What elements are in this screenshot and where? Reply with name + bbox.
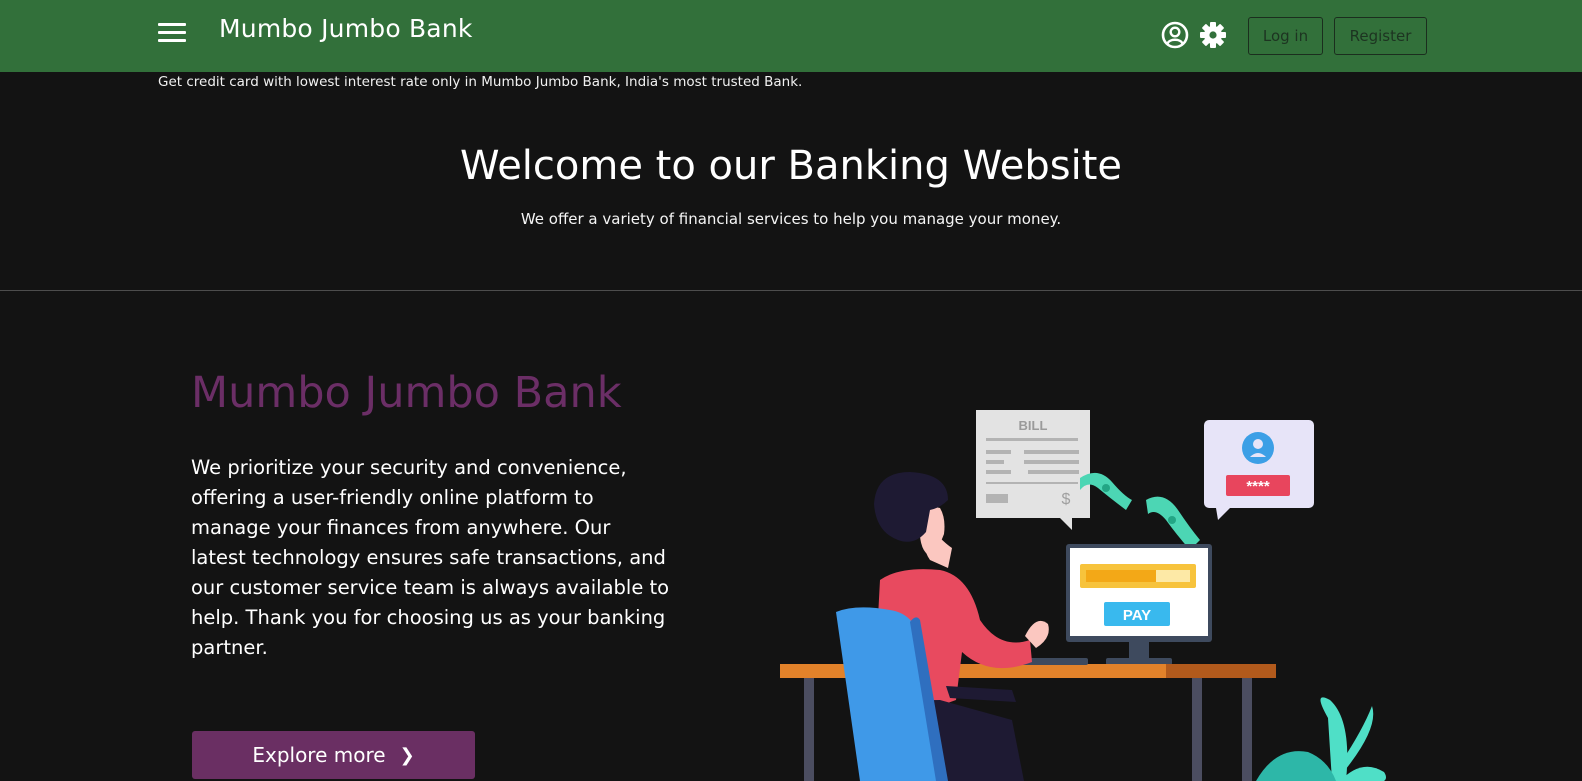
pay-label: PAY — [1123, 607, 1151, 624]
register-button[interactable]: Register — [1334, 17, 1427, 55]
hero-description: We prioritize your security and convenie… — [191, 456, 670, 659]
monitor: PAY — [1066, 544, 1212, 665]
bill-card: BILL $ — [976, 410, 1090, 530]
brand-title[interactable]: Mumbo Jumbo Bank — [219, 14, 473, 43]
section-divider — [0, 290, 1582, 291]
hero-title: Mumbo Jumbo Bank — [191, 368, 622, 418]
chevron-right-icon: ❯ — [399, 744, 415, 766]
gear-icon[interactable] — [1198, 20, 1228, 50]
plant — [1256, 697, 1386, 781]
welcome-heading: Welcome to our Banking Website — [459, 143, 1123, 189]
hamburger-menu-icon[interactable] — [158, 21, 188, 45]
explore-more-button[interactable]: Explore more ❯ — [192, 731, 475, 779]
password-mask: **** — [1246, 478, 1270, 495]
login-button[interactable]: Log in — [1248, 17, 1323, 55]
promo-banner-text: Get credit card with lowest interest rat… — [158, 74, 803, 90]
welcome-subtitle: We offer a variety of financial services… — [520, 210, 1062, 228]
login-card: **** — [1204, 420, 1314, 520]
bill-label: BILL — [1019, 418, 1048, 433]
user-circle-icon[interactable] — [1160, 20, 1190, 50]
bill-currency: $ — [1062, 491, 1071, 508]
online-payment-illustration: BILL $ **** PAY — [780, 410, 1386, 781]
explore-more-label: Explore more — [252, 743, 386, 767]
top-navbar: Mumbo Jumbo Bank Log in Register — [0, 0, 1582, 72]
money-notes — [1080, 472, 1200, 550]
